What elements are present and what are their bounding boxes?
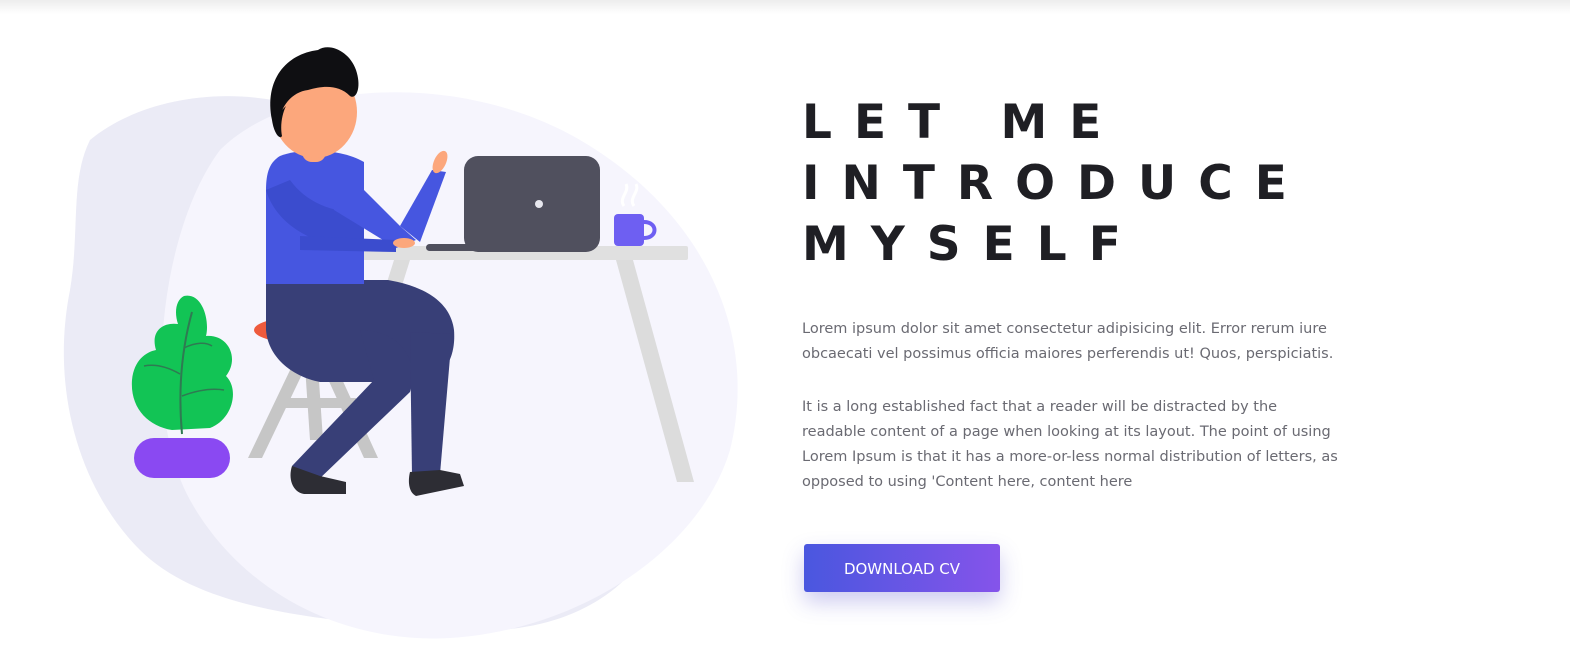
intro-content: LET ME INTRODUCE MYSELF Lorem ipsum dolo… — [802, 92, 1342, 592]
illustration-person-at-desk — [60, 30, 760, 660]
intro-paragraph-2: It is a long established fact that a rea… — [802, 399, 1338, 490]
heading-line-2: INTRODUCE — [802, 156, 1309, 211]
heading-line-3: MYSELF — [802, 217, 1143, 272]
header-shadow — [0, 0, 1570, 14]
intro-paragraph-1: Lorem ipsum dolor sit amet consectetur a… — [802, 321, 1334, 362]
download-cv-button[interactable]: DOWNLOAD CV — [804, 544, 1000, 592]
heading-line-1: LET ME — [802, 95, 1124, 150]
about-section: LET ME INTRODUCE MYSELF Lorem ipsum dolo… — [0, 0, 1570, 667]
intro-heading: LET ME INTRODUCE MYSELF — [802, 92, 1342, 275]
